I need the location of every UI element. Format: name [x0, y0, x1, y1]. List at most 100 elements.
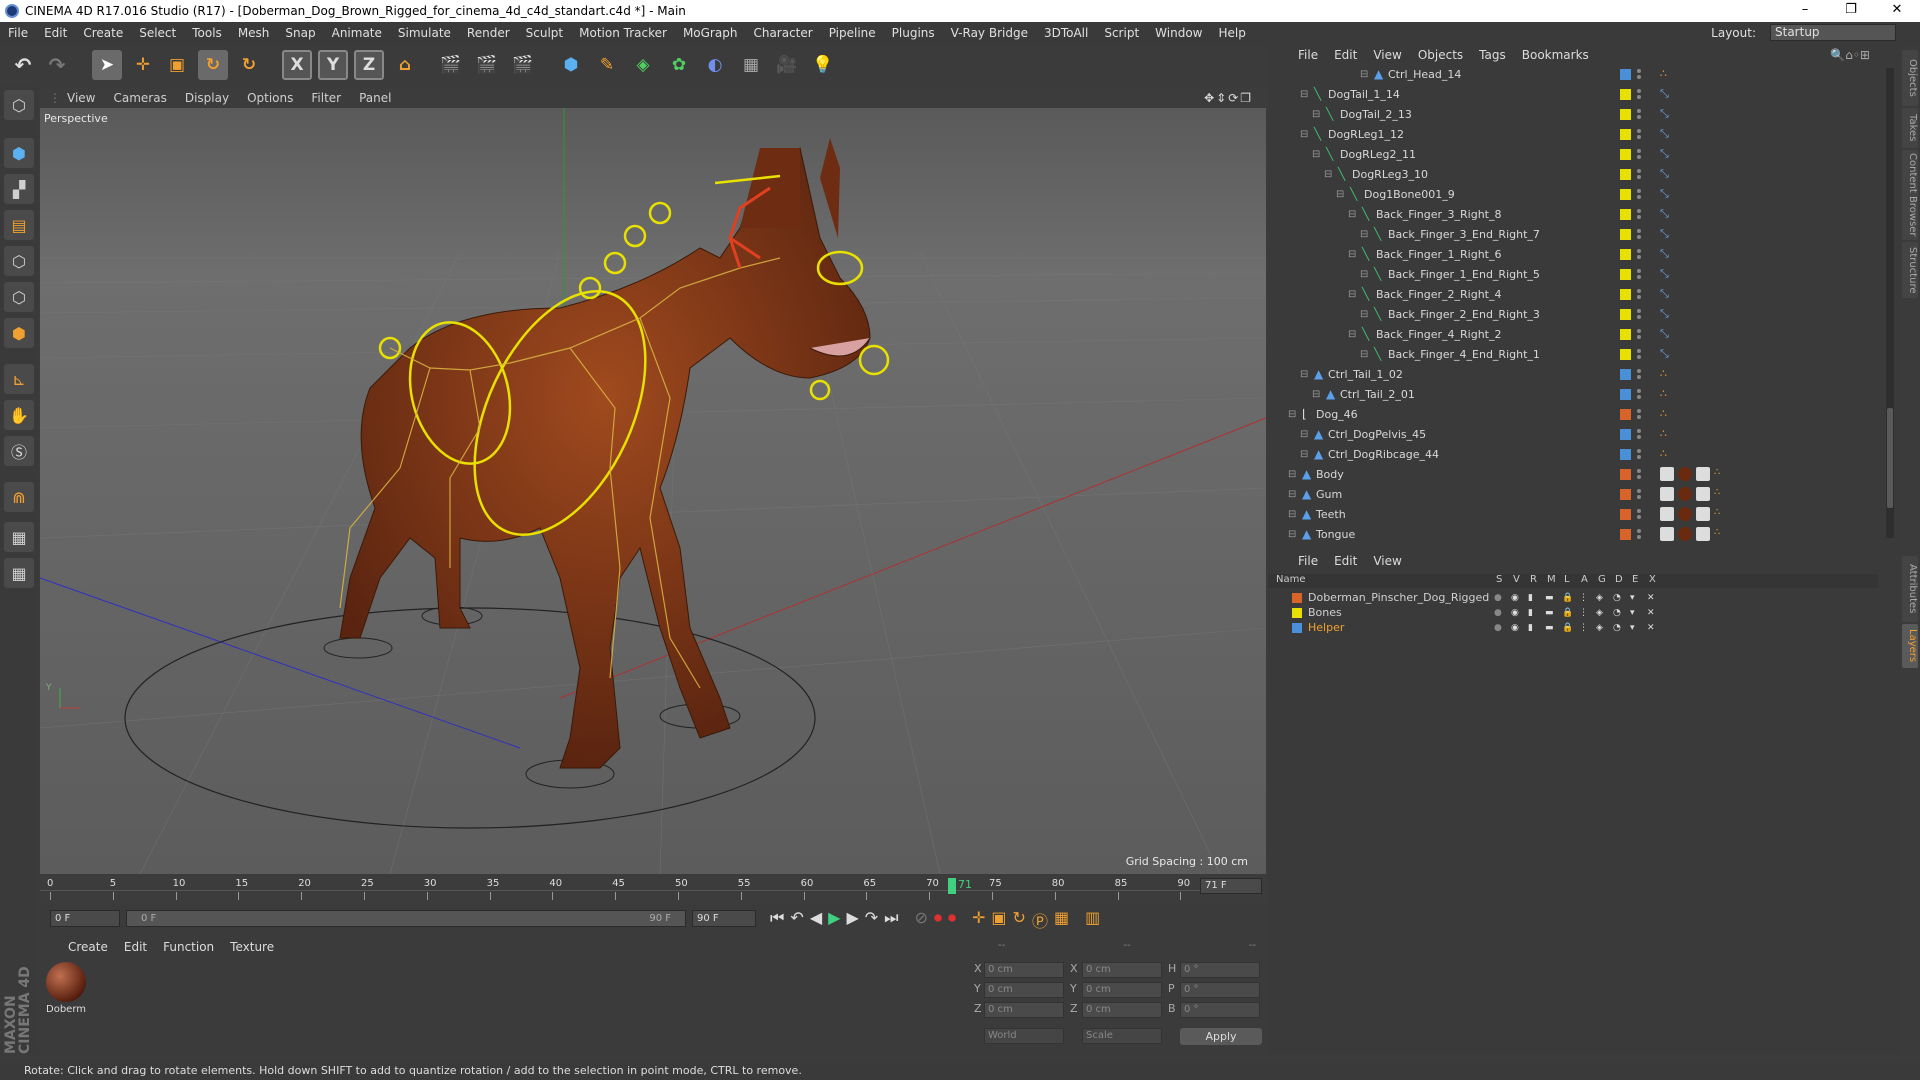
expand-toggle-icon[interactable]: ⊟: [1324, 169, 1332, 180]
ik-tag-icon[interactable]: ⤡: [1660, 287, 1674, 301]
expressions-icon[interactable]: ▾: [1630, 593, 1635, 603]
manager-icon[interactable]: ▬: [1545, 593, 1554, 603]
menu-snap[interactable]: Snap: [277, 26, 323, 40]
coord-rot-p[interactable]: 0 °: [1180, 982, 1260, 998]
weight-tag-icon[interactable]: ∴: [1714, 487, 1728, 501]
layer-color-swatch[interactable]: [1620, 288, 1631, 300]
constraint-tag-icon[interactable]: ∴: [1660, 367, 1674, 381]
workplane-mode-icon[interactable]: ▤: [4, 210, 34, 240]
edges-mode-icon[interactable]: ⬡: [4, 282, 34, 312]
side-tab-layers[interactable]: Layers: [1902, 624, 1918, 668]
light-icon[interactable]: 💡: [808, 50, 838, 80]
visibility-dots-icon[interactable]: [1637, 307, 1643, 321]
key-parameter-icon[interactable]: Ⓟ: [1032, 908, 1048, 932]
expand-toggle-icon[interactable]: ⊟: [1288, 469, 1296, 480]
constraint-tag-icon[interactable]: ∴: [1660, 387, 1674, 401]
menu-create[interactable]: Create: [75, 26, 131, 40]
obj-menu-tags[interactable]: Tags: [1479, 48, 1506, 62]
next-key-icon[interactable]: ↷: [865, 908, 878, 932]
magnet-icon[interactable]: ⋒: [4, 482, 34, 512]
apply-button[interactable]: Apply: [1180, 1028, 1262, 1045]
visibility-dots-icon[interactable]: [1637, 207, 1643, 221]
subdivision-surface-icon[interactable]: ◈: [628, 50, 658, 80]
viewport-scene[interactable]: Y: [40, 108, 1266, 874]
expand-toggle-icon[interactable]: ⊟: [1312, 389, 1320, 400]
menu-character[interactable]: Character: [745, 26, 820, 40]
coord-size-y[interactable]: 0 cm: [1082, 982, 1162, 998]
object-row[interactable]: ⊟ ╲ Back_Finger_2_End_Right_3 ⤡: [1268, 304, 1878, 324]
expand-toggle-icon[interactable]: ⊟: [1348, 209, 1356, 220]
layer-color-swatch[interactable]: [1292, 592, 1302, 603]
layer-menu-view[interactable]: View: [1373, 554, 1401, 568]
view-eye-icon[interactable]: ◉: [1511, 608, 1519, 618]
weight-tag-icon[interactable]: ∴: [1714, 527, 1728, 541]
menu-window[interactable]: Window: [1147, 26, 1210, 40]
weight-tag-icon[interactable]: ∴: [1714, 467, 1728, 481]
move-tool-icon[interactable]: ✛: [128, 50, 158, 80]
playhead[interactable]: [948, 878, 956, 894]
visibility-dots-icon[interactable]: [1637, 107, 1643, 121]
layer-color-swatch[interactable]: [1620, 368, 1631, 380]
visibility-dots-icon[interactable]: [1637, 467, 1643, 481]
object-row[interactable]: ⊟ ⌊ Dog_46 ∴: [1268, 404, 1878, 424]
menu-render[interactable]: Render: [459, 26, 518, 40]
animation-icon[interactable]: ⋮: [1579, 608, 1588, 618]
recent-tool-icon[interactable]: ↻: [234, 50, 264, 80]
ik-tag-icon[interactable]: ⤡: [1660, 307, 1674, 321]
layer-color-swatch[interactable]: [1620, 248, 1631, 260]
floor-scene-icon[interactable]: ▦: [736, 50, 766, 80]
xrefs-icon[interactable]: ✕: [1647, 593, 1655, 603]
expressions-icon[interactable]: ▾: [1630, 623, 1635, 633]
visibility-dots-icon[interactable]: [1637, 227, 1643, 241]
texture-tag-icon[interactable]: [1660, 527, 1674, 541]
texture-tag-icon[interactable]: [1660, 507, 1674, 521]
object-row[interactable]: ⊟ ▲ Ctrl_DogPelvis_45 ∴: [1268, 424, 1878, 444]
visibility-dots-icon[interactable]: [1637, 367, 1643, 381]
end-frame-field[interactable]: 90 F: [692, 910, 756, 927]
object-row[interactable]: ⊟ ▲ Ctrl_DogRibcage_44 ∴: [1268, 444, 1878, 464]
planar-workplane-icon[interactable]: ▦: [4, 558, 34, 588]
menu-tools[interactable]: Tools: [184, 26, 230, 40]
current-frame-field[interactable]: 71 F: [1200, 878, 1262, 894]
obj-menu-edit[interactable]: Edit: [1334, 48, 1357, 62]
mat-menu-texture[interactable]: Texture: [230, 940, 274, 954]
animation-icon[interactable]: ⋮: [1579, 623, 1588, 633]
weight-tag-icon[interactable]: ∴: [1714, 507, 1728, 521]
menu-plugins[interactable]: Plugins: [884, 26, 943, 40]
cube-primitive-icon[interactable]: ⬢: [556, 50, 586, 80]
view-eye-icon[interactable]: ◉: [1511, 623, 1519, 633]
expand-toggle-icon[interactable]: ⊟: [1348, 329, 1356, 340]
object-row[interactable]: ⊟ ╲ Back_Finger_1_Right_6 ⤡: [1268, 244, 1878, 264]
ik-tag-icon[interactable]: ⤡: [1660, 207, 1674, 221]
vp-menu-display[interactable]: Display: [176, 91, 238, 105]
menu-simulate[interactable]: Simulate: [390, 26, 459, 40]
go-to-end-icon[interactable]: ⏭: [884, 908, 898, 932]
expand-toggle-icon[interactable]: ⊟: [1300, 429, 1308, 440]
ik-tag-icon[interactable]: ⤡: [1660, 227, 1674, 241]
material-tag-icon[interactable]: [1678, 467, 1692, 481]
layer-color-swatch[interactable]: [1620, 228, 1631, 240]
expand-toggle-icon[interactable]: ⊟: [1288, 529, 1296, 540]
ik-tag-icon[interactable]: ⤡: [1660, 147, 1674, 161]
expand-toggle-icon[interactable]: ⊟: [1288, 409, 1296, 420]
object-scroll-thumb[interactable]: [1887, 408, 1893, 508]
deformers-icon[interactable]: ◔: [1613, 623, 1621, 633]
expand-toggle-icon[interactable]: ⊟: [1288, 489, 1296, 500]
object-row[interactable]: ⊟ ╲ DogTail_1_14 ⤡: [1268, 84, 1878, 104]
object-row[interactable]: ⊟ ▲ Teeth ∴: [1268, 504, 1878, 524]
coord-rot-h[interactable]: 0 °: [1180, 962, 1260, 978]
object-row[interactable]: ⊟ ╲ Back_Finger_4_Right_2 ⤡: [1268, 324, 1878, 344]
play-icon[interactable]: ▶: [828, 908, 840, 932]
rotate-tool-icon[interactable]: ↻: [198, 50, 228, 80]
ik-tag-icon[interactable]: ⤡: [1660, 107, 1674, 121]
visibility-dots-icon[interactable]: [1637, 127, 1643, 141]
key-pla-icon[interactable]: ▦: [1054, 908, 1069, 932]
visibility-dots-icon[interactable]: [1637, 187, 1643, 201]
step-back-icon[interactable]: ◀: [810, 908, 822, 932]
object-row[interactable]: ⊟ ▲ Body ∴: [1268, 464, 1878, 484]
ik-tag-icon[interactable]: ⤡: [1660, 267, 1674, 281]
snap-icon[interactable]: Ⓢ: [4, 436, 34, 466]
redo-icon[interactable]: ↷: [42, 50, 72, 80]
uv-tag-icon[interactable]: [1696, 507, 1710, 521]
manager-icon[interactable]: ▬: [1545, 623, 1554, 633]
